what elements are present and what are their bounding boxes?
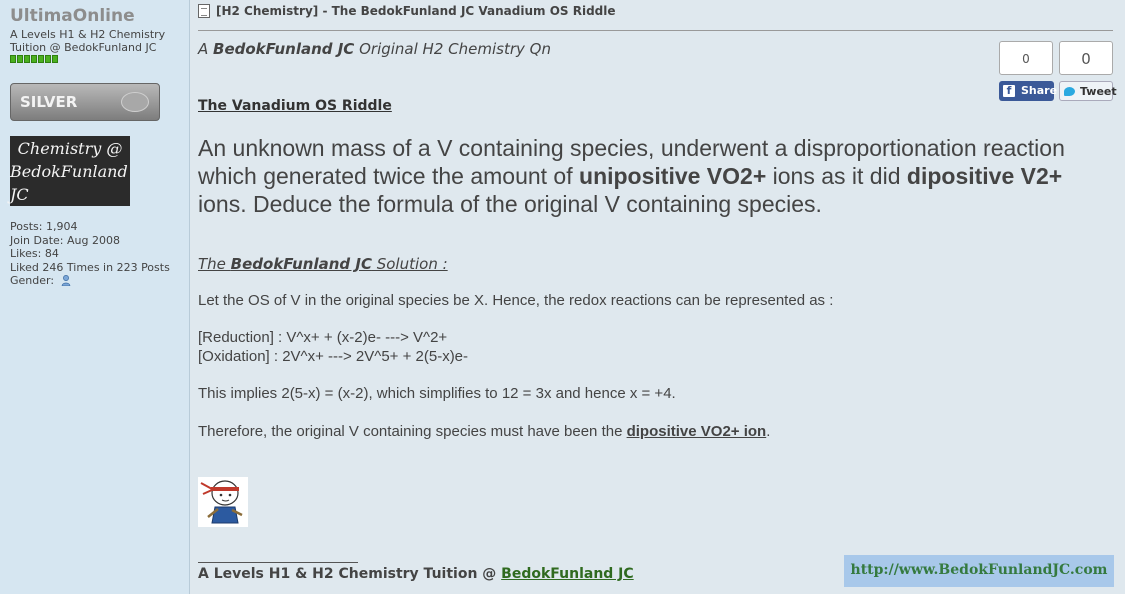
answer-bold: dipositive VO2+ ion <box>626 423 767 440</box>
male-user-icon <box>61 275 70 286</box>
solution-line-oxidation: [Oxidation] : 2V^x+ ---> 2V^5+ + 2(5-x)e… <box>198 348 469 365</box>
question-bold-vo2: unipositive VO2+ <box>579 163 767 189</box>
stat-liked: Liked 246 Times in 223 Posts <box>10 260 170 274</box>
facebook-share-button[interactable]: f Share <box>999 81 1058 101</box>
avatar-line-2: BedokFunland JC <box>10 161 128 204</box>
facebook-icon: f <box>1003 85 1015 97</box>
solution-line-conclusion: Therefore, the original V containing spe… <box>198 423 771 440</box>
solution-line-implies: This implies 2(5-x) = (x-2), which simpl… <box>198 385 676 402</box>
rank-logo-icon <box>121 92 149 112</box>
question-text: An unknown mass of a V containing specie… <box>198 135 1065 217</box>
post-content: [H2 Chemistry] - The BedokFunland JC Van… <box>191 0 1125 594</box>
section-heading: The Vanadium OS Riddle <box>198 98 392 114</box>
tweet-count: 0 <box>1059 41 1113 75</box>
signature: A Levels H1 & H2 Chemistry Tuition @ Bed… <box>198 566 634 582</box>
stat-gender-label: Gender: <box>10 274 55 287</box>
document-icon <box>198 4 210 18</box>
title-divider <box>198 30 1113 31</box>
solution-heading: The BedokFunland JC Solution : <box>198 255 448 273</box>
user-sidebar: UltimaOnline A Levels H1 & H2 Chemistry … <box>0 0 190 594</box>
stat-likes: Likes: 84 <box>10 247 59 260</box>
tweet-button[interactable]: Tweet <box>1059 81 1117 101</box>
twitter-bird-icon <box>1064 87 1075 96</box>
user-title: A Levels H1 & H2 Chemistry Tuition @ Bed… <box>10 28 166 54</box>
intro-bold: BedokFunland JC <box>213 40 355 58</box>
facebook-share-count: 0 <box>999 41 1053 75</box>
solution-line-intro: Let the OS of V in the original species … <box>198 292 834 309</box>
signature-link[interactable]: BedokFunland JC <box>501 566 634 582</box>
site-url-banner[interactable]: http://www.BedokFunlandJC.com <box>844 555 1114 587</box>
share-label: Share <box>1021 84 1058 97</box>
rank-label: SILVER <box>20 93 78 111</box>
stat-gender: Gender: <box>10 274 170 288</box>
user-stats: Posts: 1,904 Join Date: Aug 2008 Likes: … <box>10 220 170 288</box>
tweet-label: Tweet <box>1080 85 1117 98</box>
post-title: [H2 Chemistry] - The BedokFunland JC Van… <box>216 4 616 18</box>
post-title-row: [H2 Chemistry] - The BedokFunland JC Van… <box>198 4 616 18</box>
solution-line-reduction: [Reduction] : V^x+ + (x-2)e- ---> V^2+ <box>198 329 448 346</box>
signature-divider <box>198 562 358 563</box>
rank-badge: SILVER <box>10 83 160 121</box>
question-bold-v2: dipositive V2+ <box>906 163 1063 189</box>
stat-posts: Posts: 1,904 <box>10 220 78 233</box>
avatar[interactable]: Chemistry @ BedokFunland JC <box>10 136 130 206</box>
avatar-line-1: Chemistry @ <box>17 138 123 158</box>
post-intro: A BedokFunland JC Original H2 Chemistry … <box>198 40 551 58</box>
social-share-widget: 0 0 f Share Tweet <box>999 41 1117 103</box>
reputation-bar <box>10 55 58 63</box>
stat-join-date: Join Date: Aug 2008 <box>10 233 120 247</box>
ninja-smiley-icon <box>198 477 248 527</box>
username[interactable]: UltimaOnline <box>10 6 135 26</box>
